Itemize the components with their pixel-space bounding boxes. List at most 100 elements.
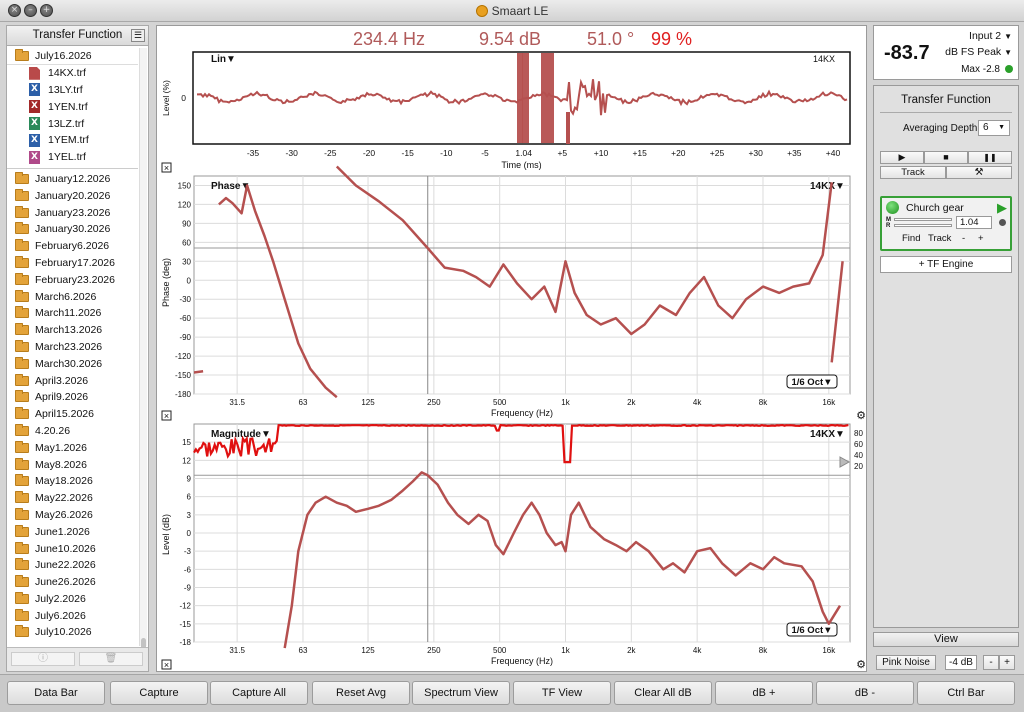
folder-item[interactable]: June26.2026 [7,574,138,591]
file-item[interactable]: 14KX.trf [7,65,138,82]
folder-item[interactable]: March6.2026 [7,288,138,305]
track-delay-button[interactable]: Track [928,233,951,244]
track-label: Track [901,167,925,178]
folder-item[interactable]: July16.2026 [7,48,138,65]
folder-label: March6.2026 [35,290,97,303]
play-button[interactable]: ▶ [880,151,924,164]
engine-active-icon[interactable] [886,201,899,214]
file-item[interactable]: X 1YEN.trf [7,98,138,115]
impulse-scale-select[interactable]: Lin▼ [211,54,236,65]
folder-item[interactable]: May8.2026 [7,456,138,473]
folder-label: May18.2026 [35,475,93,488]
folder-item[interactable]: March13.2026 [7,322,138,339]
folder-item[interactable]: May1.2026 [7,439,138,456]
folder-item[interactable]: January20.2026 [7,187,138,204]
pause-icon: ❚❚ [983,153,997,162]
view-panel-header[interactable]: View [873,632,1019,647]
magnitude-y-tick: -9 [184,584,192,593]
magnitude-trace-select[interactable]: 14KX▼ [810,429,845,440]
file-x-icon: X [29,117,40,131]
folder-item[interactable]: January12.2026 [7,171,138,188]
input-select[interactable]: Input 2 ▼ [969,30,1012,42]
folder-item[interactable]: May26.2026 [7,507,138,524]
data-bar-button[interactable]: Data Bar [7,681,105,705]
tf-engine-card[interactable]: Church gear ▶ M R 1.04 Find Track - + [880,196,1012,251]
noise-plus-button[interactable]: + [999,655,1015,670]
list-icon[interactable]: ☰ [131,29,145,42]
noise-level-field[interactable]: -4 dB [945,655,977,670]
folder-item[interactable]: February23.2026 [7,271,138,288]
magnitude-type-select[interactable]: Magnitude▼ [211,429,271,440]
file-item[interactable]: X 1YEL.trf [7,149,138,166]
folder-label: March30.2026 [35,357,103,370]
delay-minus-button[interactable]: - [962,233,965,244]
chevron-down-icon: ▼ [998,124,1005,131]
track-button[interactable]: Track [880,166,946,179]
magnitude-y-axis-label: Level (dB) [161,514,171,555]
folder-label: June1.2026 [35,525,90,538]
folder-item[interactable]: July10.2026 [7,624,138,641]
db-button[interactable]: dB + [715,681,813,705]
folder-icon [15,541,29,554]
find-delay-button[interactable]: Find [902,233,920,244]
phase-y-tick: -60 [179,314,191,323]
delay-plus-button[interactable]: + [978,233,984,244]
noise-minus-button[interactable]: - [983,655,999,670]
folder-item[interactable]: May18.2026 [7,473,138,490]
spectrum-view-button[interactable]: Spectrum View [412,681,510,705]
delay-field[interactable]: 1.04 [956,216,992,229]
add-tf-engine-button[interactable]: + TF Engine [880,256,1012,273]
phase-x-tick: 31.5 [229,398,245,407]
capture-button[interactable]: Capture [110,681,208,705]
folder-item[interactable]: February17.2026 [7,255,138,272]
folder-item[interactable]: June22.2026 [7,557,138,574]
folder-label: July10.2026 [35,626,92,639]
folder-item[interactable]: June1.2026 [7,523,138,540]
folder-item[interactable]: January23.2026 [7,204,138,221]
db-button[interactable]: dB - [816,681,914,705]
stop-button[interactable]: ■ [924,151,968,164]
phase-y-tick: 0 [187,276,192,285]
magnitude-y-tick: -18 [179,638,191,647]
tools-button[interactable]: ⚒ [946,166,1012,179]
file-list-scrollbar[interactable] [139,48,147,668]
gear-icon[interactable]: ⚙ [856,659,866,671]
folder-item[interactable]: February6.2026 [7,238,138,255]
folder-item[interactable]: April3.2026 [7,372,138,389]
file-item[interactable]: X 13LY.trf [7,82,138,99]
phase-x-axis-label: Frequency (Hz) [491,408,553,418]
reset-avg-button[interactable]: Reset Avg [312,681,410,705]
folder-item[interactable]: July6.2026 [7,607,138,624]
delete-button[interactable]: 🗑 [79,652,143,666]
averaging-depth-select[interactable]: 6 ▼ [978,120,1010,136]
tf-view-button[interactable]: TF View [513,681,611,705]
app-logo-icon [475,5,488,17]
info-button[interactable]: ⓘ [11,652,75,666]
play-icon: ▶ [898,152,906,162]
pause-button[interactable]: ❚❚ [968,151,1012,164]
impulse-x-tick: -10 [440,148,453,158]
folder-item[interactable]: January30.2026 [7,221,138,238]
folder-item[interactable]: March11.2026 [7,305,138,322]
folder-item[interactable]: April15.2026 [7,406,138,423]
file-item[interactable]: X 1YEM.trf [7,132,138,149]
folder-item[interactable]: March30.2026 [7,355,138,372]
phase-trace-select[interactable]: 14KX▼ [810,181,845,192]
pink-noise-button[interactable]: Pink Noise [876,655,936,670]
folder-item[interactable]: June10.2026 [7,540,138,557]
folder-item[interactable]: 4.20.26 [7,423,138,440]
play-icon[interactable]: ▶ [997,200,1007,216]
capture-all-button[interactable]: Capture All [210,681,308,705]
folder-item[interactable]: May22.2026 [7,490,138,507]
impulse-x-tick: 1.04 [515,148,532,158]
folder-item[interactable]: March23.2026 [7,339,138,356]
folder-item[interactable]: April9.2026 [7,389,138,406]
clear-all-db-button[interactable]: Clear All dB [614,681,712,705]
gear-icon[interactable]: ⚙ [856,410,866,422]
ctrl-bar-button[interactable]: Ctrl Bar [917,681,1015,705]
folder-icon [15,205,29,218]
phase-type-select[interactable]: Phase▼ [211,181,250,192]
file-item[interactable]: X 13LZ.trf [7,115,138,132]
meter-unit-select[interactable]: dB FS Peak ▼ [945,46,1012,58]
folder-item[interactable]: July2.2026 [7,591,138,608]
